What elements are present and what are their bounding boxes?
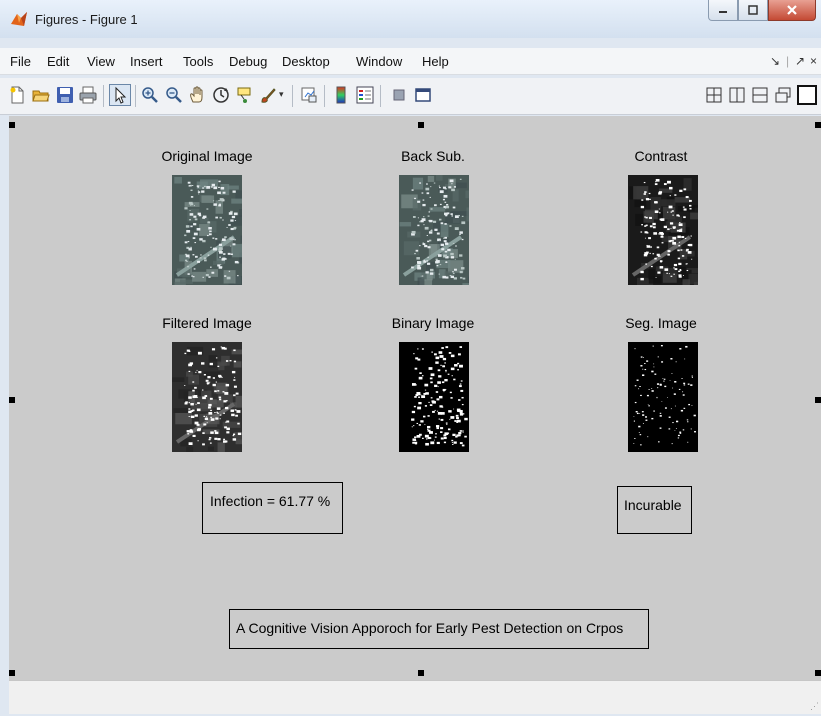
- status-bar: ⋰: [9, 680, 821, 714]
- resize-handle[interactable]: [815, 670, 821, 676]
- resize-handle[interactable]: [9, 122, 15, 128]
- panel-title-segmented: Seg. Image: [625, 315, 697, 331]
- status-result-box: Incurable: [617, 486, 692, 534]
- panel-title-back-sub: Back Sub.: [401, 148, 465, 164]
- toolbar-separator: [380, 85, 381, 107]
- rotate-3d-icon[interactable]: [212, 86, 230, 104]
- toolbar-separator: [324, 85, 325, 107]
- caption-text: A Cognitive Vision Apporoch for Early Pe…: [236, 620, 624, 636]
- maximize-layout-icon[interactable]: [797, 85, 817, 105]
- window-controls: [708, 0, 816, 22]
- menu-help[interactable]: Help: [422, 54, 449, 69]
- matlab-icon: [11, 12, 27, 26]
- menu-view[interactable]: View: [87, 54, 115, 69]
- maximize-icon: [748, 5, 758, 15]
- resize-handle[interactable]: [815, 122, 821, 128]
- figure-toolbar: ▾: [0, 78, 821, 115]
- link-plot-icon[interactable]: [300, 86, 318, 104]
- open-file-icon[interactable]: [32, 86, 50, 104]
- hide-plot-tools-icon[interactable]: [390, 86, 408, 104]
- menu-bar: File Edit View Insert Tools Debug Deskto…: [0, 48, 821, 75]
- undock-button[interactable]: ↘: [770, 54, 780, 68]
- title-bar[interactable]: Figures - Figure 1: [0, 0, 821, 38]
- save-icon[interactable]: [56, 86, 74, 104]
- segmented-image: [628, 342, 698, 452]
- minimize-button[interactable]: [708, 0, 738, 21]
- close-figure-button[interactable]: ×: [810, 54, 817, 68]
- float-icon[interactable]: [774, 86, 792, 104]
- window-title: Figures - Figure 1: [35, 12, 138, 27]
- new-figure-icon[interactable]: [8, 86, 26, 104]
- tile-icon[interactable]: [705, 86, 723, 104]
- pan-icon[interactable]: [188, 86, 206, 104]
- maximize-button[interactable]: [738, 0, 768, 21]
- close-icon: [787, 5, 797, 15]
- menu-debug[interactable]: Debug: [229, 54, 267, 69]
- resize-handle[interactable]: [815, 397, 821, 403]
- toolbar-separator: [135, 85, 136, 107]
- dock-button[interactable]: ↗: [795, 54, 805, 68]
- resize-handle[interactable]: [9, 670, 15, 676]
- infection-text: Infection = 61.77 %: [210, 493, 331, 509]
- caption-box: A Cognitive Vision Apporoch for Early Pe…: [229, 609, 649, 649]
- colorbar-icon[interactable]: [332, 86, 350, 104]
- zoom-out-icon[interactable]: [165, 86, 183, 104]
- figure-canvas: Original Image Back Sub. Contrast Filter…: [9, 116, 821, 680]
- infection-result-box: Infection = 61.77 %: [202, 482, 343, 534]
- dock-separator: |: [786, 54, 790, 68]
- panel-title-filtered: Filtered Image: [162, 315, 252, 331]
- menu-insert[interactable]: Insert: [130, 54, 163, 69]
- brush-icon[interactable]: [259, 86, 277, 104]
- resize-handle[interactable]: [9, 397, 15, 403]
- menu-desktop[interactable]: Desktop: [282, 54, 330, 69]
- toolbar-separator: [103, 85, 104, 107]
- resize-handle[interactable]: [418, 670, 424, 676]
- zoom-in-icon[interactable]: [141, 86, 159, 104]
- brush-dropdown-icon[interactable]: ▾: [279, 89, 284, 100]
- menu-file[interactable]: File: [10, 54, 31, 69]
- menu-tools[interactable]: Tools: [183, 54, 213, 69]
- contrast-image: [628, 175, 698, 285]
- menu-edit[interactable]: Edit: [47, 54, 69, 69]
- left-right-icon[interactable]: [728, 86, 746, 104]
- pointer-icon[interactable]: [109, 84, 131, 106]
- show-plot-tools-icon[interactable]: [414, 86, 432, 104]
- original-image: [172, 175, 242, 285]
- menu-window[interactable]: Window: [356, 54, 402, 69]
- toolbar-separator: [292, 85, 293, 107]
- minimize-icon: [719, 11, 727, 13]
- resize-handle[interactable]: [418, 122, 424, 128]
- legend-icon[interactable]: [356, 86, 374, 104]
- panel-title-original: Original Image: [161, 148, 253, 164]
- data-cursor-icon[interactable]: [236, 86, 254, 104]
- panel-title-binary: Binary Image: [391, 315, 475, 331]
- back-sub-image: [399, 175, 469, 285]
- binary-image: [399, 342, 469, 452]
- close-button[interactable]: [768, 0, 816, 21]
- resize-grip-icon[interactable]: ⋰: [810, 701, 819, 712]
- status-text: Incurable: [624, 497, 682, 513]
- panel-title-contrast: Contrast: [634, 148, 688, 164]
- print-icon[interactable]: [79, 86, 97, 104]
- top-bottom-icon[interactable]: [751, 86, 769, 104]
- filtered-image: [172, 342, 242, 452]
- figure-window: Figures - Figure 1 File Edit View Insert…: [0, 0, 821, 716]
